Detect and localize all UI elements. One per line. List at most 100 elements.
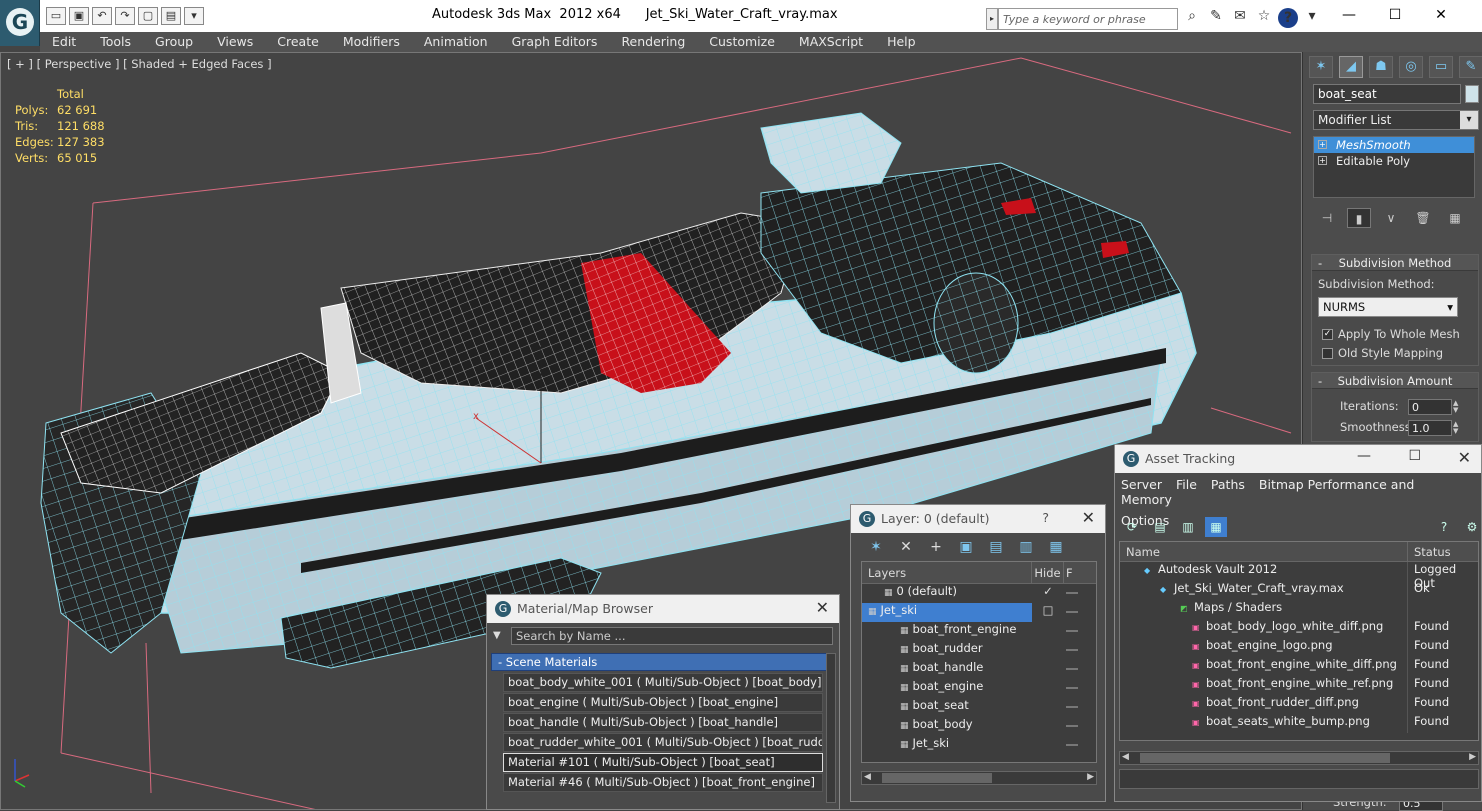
- menu-customize[interactable]: Customize: [697, 32, 787, 52]
- layer-row[interactable]: ▦ 0 (default) ✓: [862, 584, 1096, 603]
- hide-toggle[interactable]: [1032, 641, 1064, 660]
- freeze-toggle[interactable]: [1066, 649, 1078, 651]
- hide-toggle[interactable]: ✓: [1032, 584, 1064, 603]
- old-style-mapping-checkbox[interactable]: Old Style Mapping: [1322, 346, 1443, 360]
- col-header-name[interactable]: Name: [1120, 542, 1408, 561]
- smoothness-spinner[interactable]: 1.0 ▲ ▼: [1408, 420, 1458, 436]
- menu-create[interactable]: Create: [265, 32, 331, 52]
- layer-row[interactable]: ▦ boat_handle: [862, 660, 1096, 679]
- layer-row[interactable]: ▦ boat_rudder: [862, 641, 1096, 660]
- viewport-label[interactable]: [ + ] [ Perspective ] [ Shaded + Edged F…: [7, 57, 272, 71]
- asset-row[interactable]: ▣ boat_seats_white_bump.png Found: [1120, 714, 1478, 733]
- open-icon[interactable]: ▭: [46, 7, 66, 25]
- apply-whole-mesh-checkbox[interactable]: ✓ Apply To Whole Mesh: [1322, 327, 1460, 341]
- col-header-hide[interactable]: Hide: [1032, 562, 1064, 583]
- modifier-list-dropdown[interactable]: Modifier List ▾: [1313, 110, 1479, 130]
- utilities-tab-icon[interactable]: ✎: [1459, 56, 1482, 78]
- highlight-layer-icon[interactable]: ▤: [985, 537, 1007, 557]
- stack-item-meshsmooth[interactable]: + MeshSmooth: [1314, 137, 1474, 153]
- freeze-toggle[interactable]: [1066, 687, 1078, 689]
- menu-maxscript[interactable]: MAXScript: [787, 32, 875, 52]
- minimize-button[interactable]: —: [1326, 4, 1372, 26]
- material-item[interactable]: boat_rudder_white_001 ( Multi/Sub-Object…: [503, 733, 823, 752]
- horizontal-scrollbar[interactable]: ◀ ▶: [1119, 751, 1479, 765]
- undo-icon[interactable]: ↶: [92, 7, 112, 25]
- menu-views[interactable]: Views: [205, 32, 265, 52]
- settings-icon[interactable]: ⚙: [1461, 517, 1482, 537]
- layer-row[interactable]: ▦ boat_seat: [862, 698, 1096, 717]
- display-tab-icon[interactable]: ▭: [1429, 56, 1453, 78]
- asset-row[interactable]: ◩ Maps / Shaders: [1120, 600, 1478, 619]
- material-item[interactable]: boat_handle ( Multi/Sub-Object ) [boat_h…: [503, 713, 823, 732]
- col-header-freeze[interactable]: F: [1064, 562, 1084, 583]
- search-expand-icon[interactable]: ▸: [986, 8, 998, 30]
- list-view-icon[interactable]: ▤: [1149, 517, 1171, 537]
- freeze-toggle[interactable]: [1066, 744, 1078, 746]
- project-folder-icon[interactable]: ▢: [138, 7, 158, 25]
- menu-modifiers[interactable]: Modifiers: [331, 32, 412, 52]
- layer-row[interactable]: ▦ Jet_ski □: [862, 603, 1096, 622]
- asset-row[interactable]: ▣ boat_engine_logo.png Found: [1120, 638, 1478, 657]
- pin-stack-icon[interactable]: ⊣: [1315, 208, 1339, 228]
- asset-row[interactable]: ◆ Jet_Ski_Water_Craft_vray.max Ok: [1120, 581, 1478, 600]
- tools-icon[interactable]: ✎: [1206, 8, 1226, 28]
- menu-server[interactable]: Server: [1121, 477, 1162, 492]
- hide-toggle[interactable]: [1032, 698, 1064, 717]
- material-item[interactable]: boat_engine ( Multi/Sub-Object ) [boat_e…: [503, 693, 823, 712]
- hide-toggle[interactable]: [1032, 717, 1064, 736]
- make-unique-icon[interactable]: ∨: [1379, 208, 1403, 228]
- freeze-toggle[interactable]: [1066, 630, 1078, 632]
- close-icon[interactable]: ✕: [1082, 508, 1095, 527]
- menu-tools[interactable]: Tools: [88, 32, 143, 52]
- favorites-star-icon[interactable]: ☆: [1254, 8, 1274, 28]
- menu-rendering[interactable]: Rendering: [609, 32, 697, 52]
- app-logo-button[interactable]: G: [0, 0, 40, 46]
- scrollbar[interactable]: [826, 653, 836, 803]
- binoculars-icon[interactable]: ⌕: [1182, 8, 1202, 28]
- col-header-layers[interactable]: Layers: [862, 562, 1032, 583]
- minimize-button[interactable]: —: [1357, 448, 1371, 464]
- help-icon[interactable]: ?: [1433, 517, 1455, 537]
- material-search-input[interactable]: Search by Name ...: [511, 627, 833, 645]
- menu-animation[interactable]: Animation: [412, 32, 500, 52]
- table-view-icon[interactable]: ▦: [1205, 517, 1227, 537]
- select-objects-icon[interactable]: ▣: [955, 537, 977, 557]
- delete-layer-icon[interactable]: ✕: [895, 537, 917, 557]
- scene-materials-group[interactable]: - Scene Materials: [491, 653, 827, 671]
- freeze-all-icon[interactable]: ▦: [1045, 537, 1067, 557]
- menu-graph-editors[interactable]: Graph Editors: [500, 32, 610, 52]
- layer-row[interactable]: ▦ boat_engine: [862, 679, 1096, 698]
- asset-row[interactable]: ◆ Autodesk Vault 2012 Logged Out: [1120, 562, 1478, 590]
- object-color-swatch[interactable]: [1465, 85, 1479, 103]
- freeze-toggle[interactable]: [1066, 592, 1078, 594]
- material-item[interactable]: Material #101 ( Multi/Sub-Object ) [boat…: [503, 753, 823, 772]
- freeze-toggle[interactable]: [1066, 725, 1078, 727]
- subdivision-method-select[interactable]: NURMS ▾: [1318, 297, 1458, 317]
- configure-sets-icon[interactable]: ▦: [1443, 208, 1467, 228]
- freeze-toggle[interactable]: [1066, 668, 1078, 670]
- layer-row[interactable]: ▦ boat_front_engine: [862, 622, 1096, 641]
- hierarchy-tab-icon[interactable]: ☗: [1369, 56, 1393, 78]
- rollout-header[interactable]: - Subdivision Method: [1312, 255, 1478, 271]
- save-icon[interactable]: ▣: [69, 7, 89, 25]
- menu-file[interactable]: File: [1176, 477, 1197, 492]
- freeze-toggle[interactable]: [1066, 706, 1078, 708]
- hide-toggle[interactable]: [1032, 736, 1064, 755]
- hide-toggle[interactable]: □: [1032, 603, 1064, 622]
- qa-dropdown-icon[interactable]: ▾: [184, 7, 204, 25]
- asset-row[interactable]: ▣ boat_front_engine_white_diff.png Found: [1120, 657, 1478, 676]
- close-button[interactable]: ✕: [1418, 4, 1464, 26]
- refresh-icon[interactable]: ⟳: [1121, 517, 1143, 537]
- redo-icon[interactable]: ↷: [115, 7, 135, 25]
- asset-row[interactable]: ▣ boat_body_logo_white_diff.png Found: [1120, 619, 1478, 638]
- rollout-header[interactable]: - Subdivision Amount: [1312, 373, 1478, 389]
- maximize-button[interactable]: ☐: [1408, 448, 1421, 464]
- material-item[interactable]: Material #46 ( Multi/Sub-Object ) [boat_…: [503, 773, 823, 792]
- maximize-button[interactable]: ☐: [1372, 4, 1418, 26]
- new-layer-icon[interactable]: ✶: [865, 537, 887, 557]
- thumbnail-view-icon[interactable]: ▥: [1177, 517, 1199, 537]
- modify-tab-icon[interactable]: ◢: [1339, 56, 1363, 78]
- menu-bitmap-performance[interactable]: Bitmap Performance and Memory: [1121, 477, 1414, 507]
- motion-tab-icon[interactable]: ◎: [1399, 56, 1423, 78]
- remove-modifier-icon[interactable]: 🗑: [1411, 208, 1435, 228]
